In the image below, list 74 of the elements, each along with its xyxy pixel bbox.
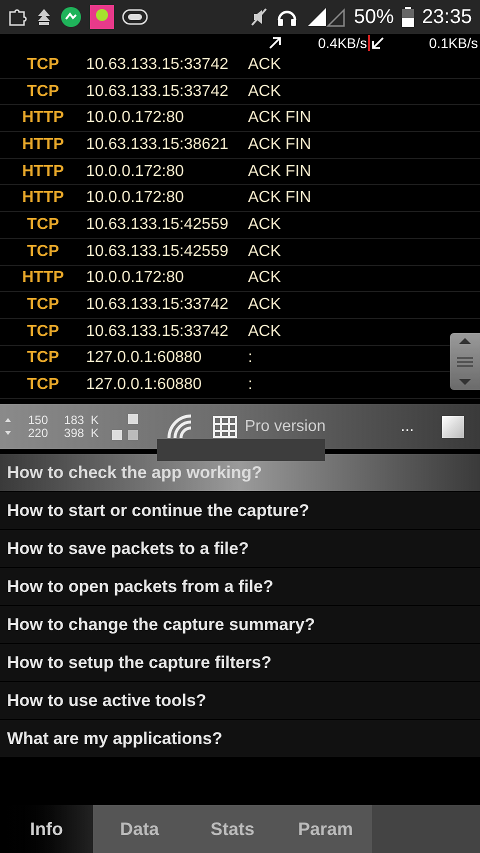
address-cell-text: 10.63.133.15:33742 xyxy=(86,322,230,342)
address-cell-text: 127.0.0.1:60880 xyxy=(86,375,203,396)
wifi-signal-icon[interactable] xyxy=(166,414,193,440)
app-icon xyxy=(60,6,82,28)
battery-percent: 50% xyxy=(354,5,394,30)
flags-cell-text: : xyxy=(248,375,252,396)
help-item[interactable]: How to use active tools? xyxy=(0,682,480,720)
stop-button[interactable] xyxy=(442,416,464,438)
protocol-cell-text: HTTP xyxy=(21,268,65,288)
protocol-cell-text: TCP xyxy=(26,322,60,342)
flags-cell-text: ACK xyxy=(248,268,281,288)
protocol-cell-text: TCP xyxy=(26,82,60,102)
battery-icon xyxy=(402,7,414,27)
upload-speed: 0.4KB/s xyxy=(318,34,368,52)
blocks-icon[interactable] xyxy=(110,412,139,440)
grid-icon[interactable] xyxy=(212,416,237,438)
protocol-cell-text: HTTP xyxy=(21,162,65,182)
help-item[interactable]: What are my applications? xyxy=(0,720,480,758)
flags-cell-text: ACK xyxy=(248,322,281,342)
flags-cell-text: ACK xyxy=(248,295,281,316)
protocol-cell-text: TCP xyxy=(26,375,60,396)
protocol-cell-text: TCP xyxy=(26,348,60,368)
help-item[interactable]: How to change the capture summary? xyxy=(0,606,480,644)
address-cell-text: 10.63.133.15:42559 xyxy=(86,214,230,235)
address-cell-text: 10.0.0.172:80 xyxy=(86,188,185,208)
flags-cell-text: ACK xyxy=(248,214,281,235)
help-item[interactable]: How to start or continue the capture? xyxy=(0,492,480,530)
download-speed: 0.1KB/s xyxy=(428,34,478,52)
address-cell-text: 127.0.0.1:60880 xyxy=(86,348,203,368)
flags-cell-text: ACK FIN xyxy=(248,108,312,128)
download-arrow-icon xyxy=(371,36,386,50)
help-item[interactable]: How to save packets to a file? xyxy=(0,530,480,568)
flags-cell-text: ACK FIN xyxy=(248,134,312,155)
upload-arrow-icon xyxy=(268,36,282,50)
upload-icon xyxy=(36,8,52,26)
scroll-handle[interactable] xyxy=(450,333,480,390)
protocol-cell-text: TCP xyxy=(26,295,60,316)
protocol-cell-text: TCP xyxy=(26,214,60,235)
flags-cell-text: : xyxy=(248,348,252,368)
protocol-cell-text: HTTP xyxy=(21,108,65,128)
flags-cell-text: ACK xyxy=(248,82,281,102)
tab[interactable]: Param xyxy=(279,805,372,853)
more-button[interactable]: ... xyxy=(392,414,422,438)
address-cell-text: 10.0.0.172:80 xyxy=(86,108,185,128)
help-item[interactable]: How to check the app working? xyxy=(0,454,480,492)
puzzle-icon xyxy=(8,8,28,26)
packets-up-count: 150 xyxy=(28,414,48,426)
help-item[interactable]: How to setup the capture filters? xyxy=(0,644,480,682)
address-cell-text: 10.63.133.15:33742 xyxy=(86,82,230,102)
address-cell-text: 10.63.133.15:38621 xyxy=(86,134,230,155)
help-item[interactable]: How to open packets from a file? xyxy=(0,568,480,606)
mute-icon xyxy=(250,7,268,27)
bytes-down-count: 398 K xyxy=(64,426,99,440)
tab[interactable]: Stats xyxy=(186,805,279,853)
protocol-cell-text: HTTP xyxy=(21,134,65,155)
app-icon xyxy=(90,5,114,29)
protocol-cell-text: TCP xyxy=(26,242,60,262)
signal-icon xyxy=(306,6,346,28)
protocol-cell-text: TCP xyxy=(26,54,60,75)
flags-cell-text: ACK FIN xyxy=(248,188,312,208)
pro-version-label[interactable]: Pro version xyxy=(244,414,326,438)
protocol-cell-text: HTTP xyxy=(21,188,65,208)
bytes-up-count: 183 K xyxy=(64,414,99,426)
address-cell-text: 10.63.133.15:42559 xyxy=(86,242,230,262)
address-cell-text: 10.0.0.172:80 xyxy=(86,162,185,182)
address-cell-text: 10.63.133.15:33742 xyxy=(86,54,230,75)
packets-down-count: 220 xyxy=(28,426,48,440)
address-cell-text: 10.63.133.15:33742 xyxy=(86,295,230,316)
flags-cell-text: ACK xyxy=(248,242,281,262)
flags-cell-text: ACK xyxy=(248,54,281,75)
address-cell-text: 10.0.0.172:80 xyxy=(86,268,185,288)
clock: 23:35 xyxy=(422,5,472,30)
tab[interactable]: Data xyxy=(93,805,186,853)
flags-cell-text: ACK FIN xyxy=(248,162,312,182)
